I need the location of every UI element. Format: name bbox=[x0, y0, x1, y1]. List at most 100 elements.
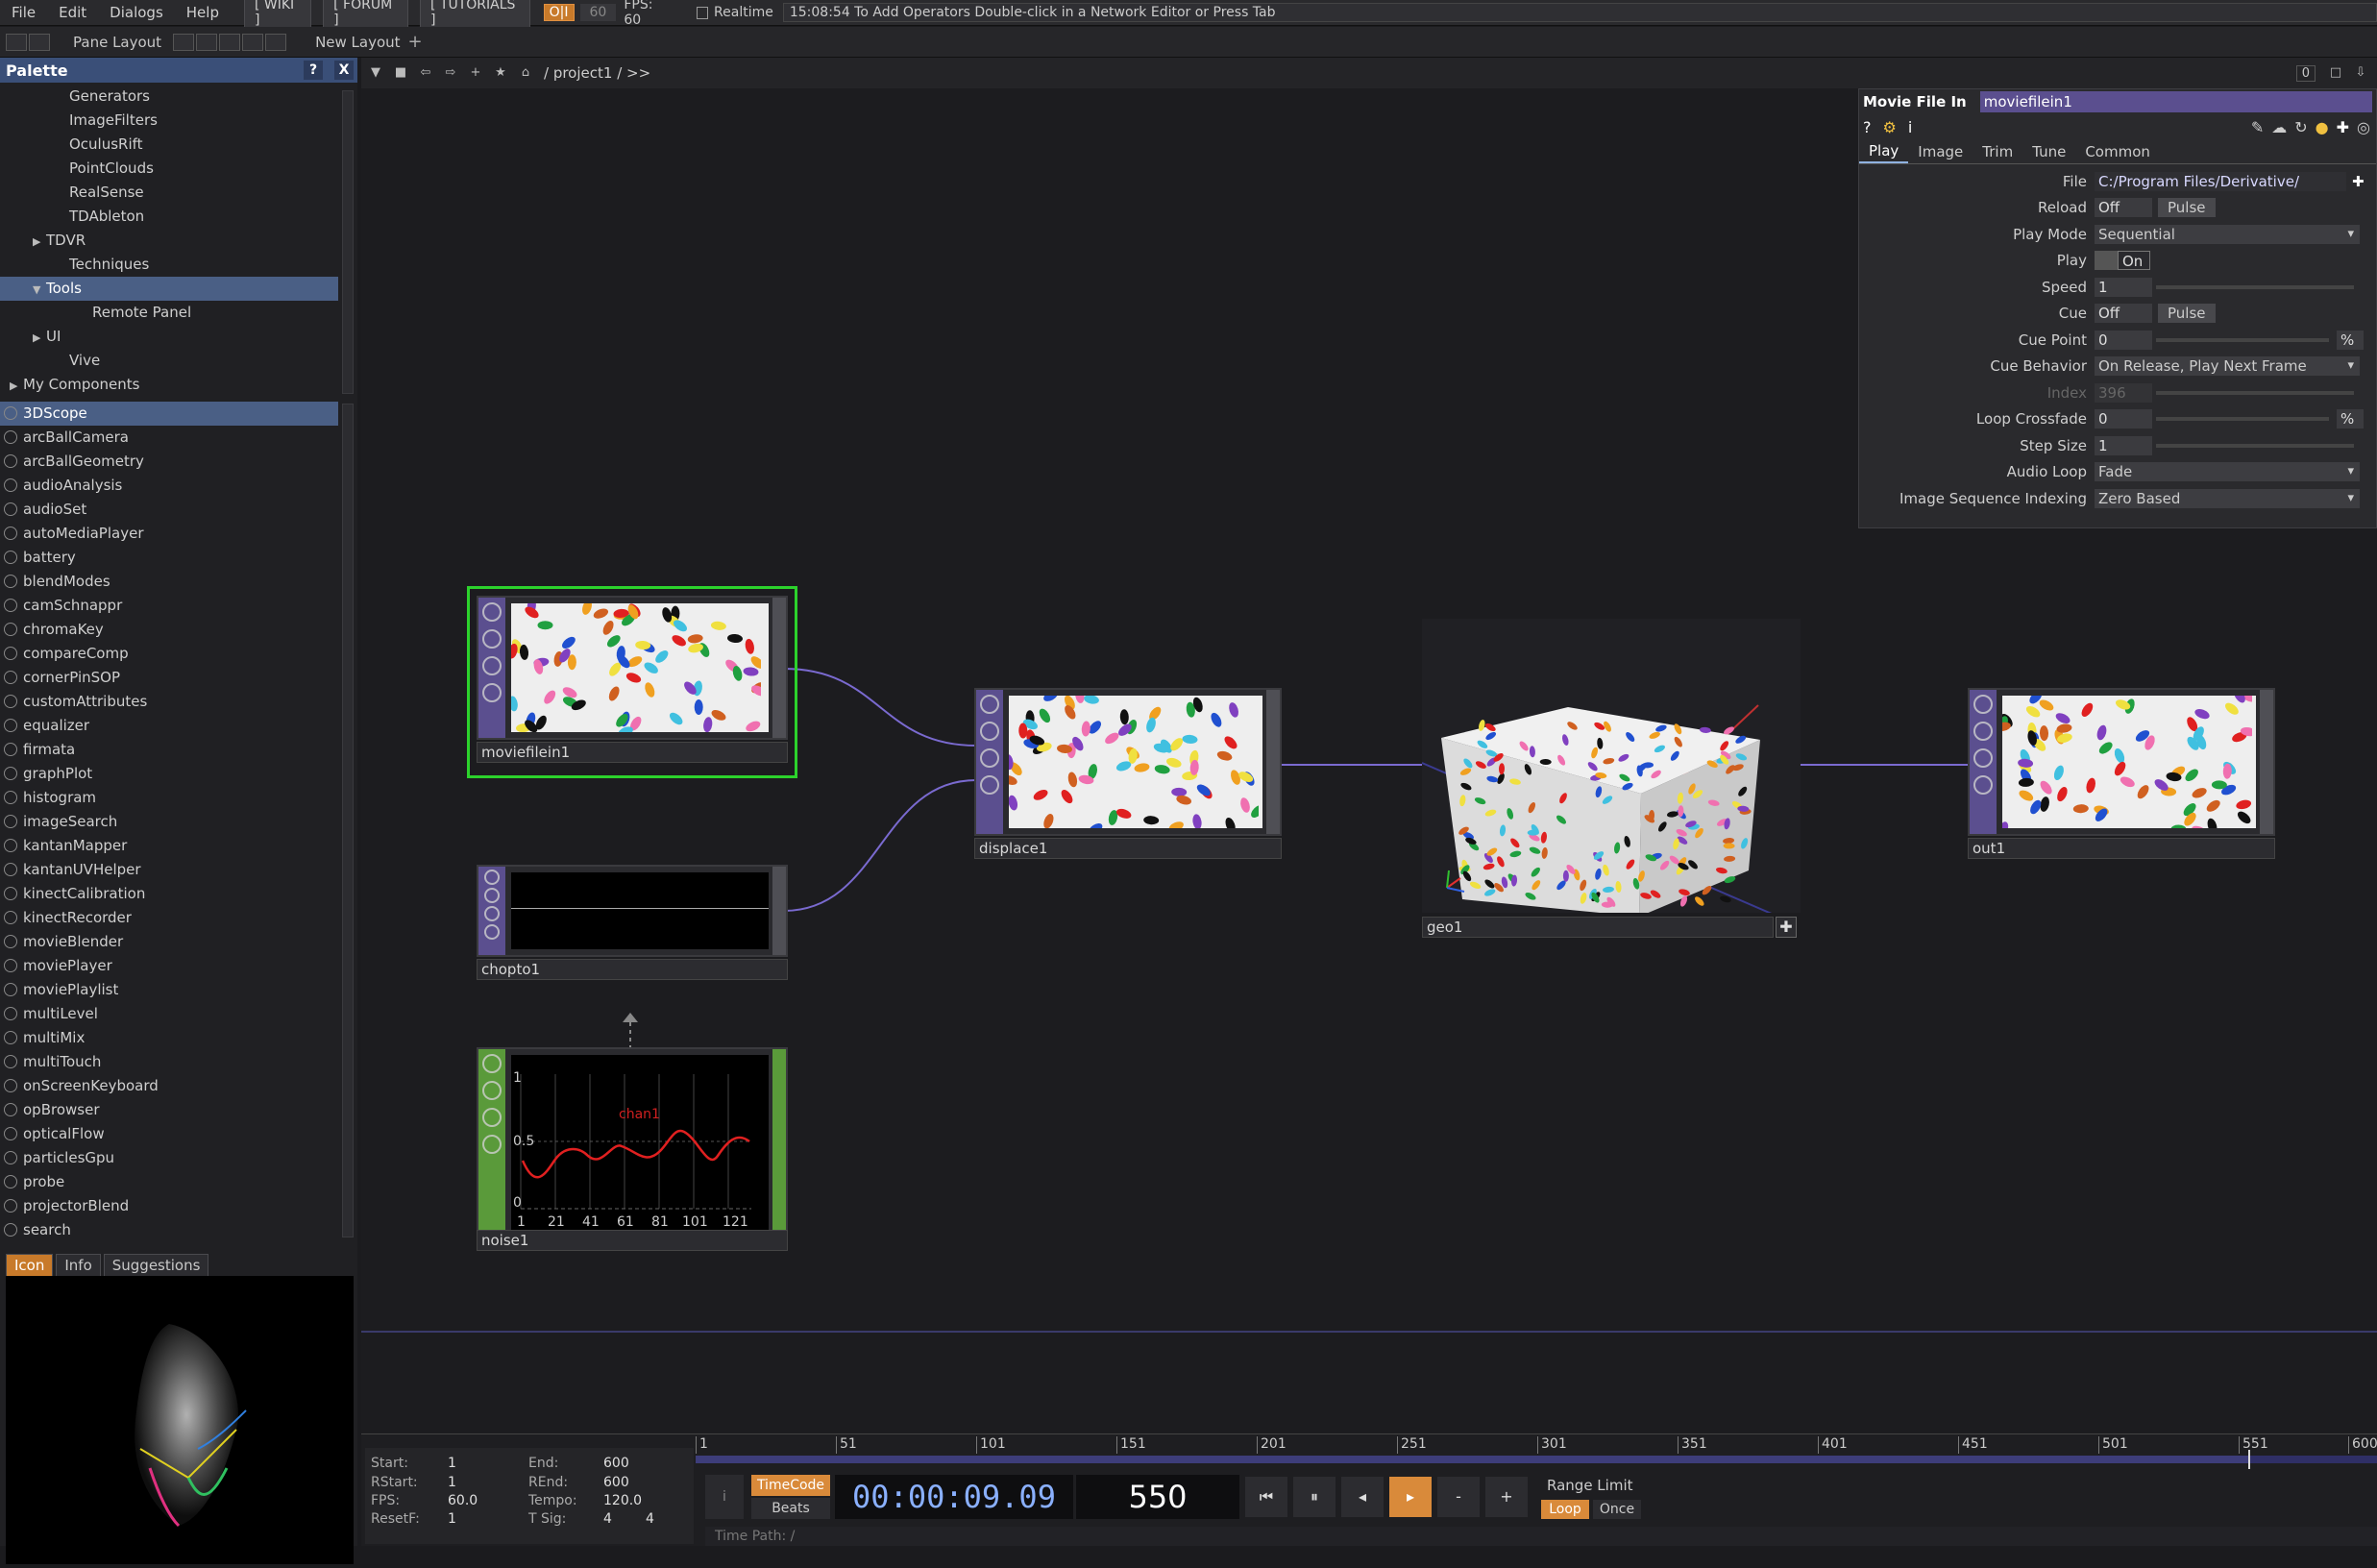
node-noise1[interactable]: 1 0.5 0 chan1 1 21 41 61 81 101 121 nois… bbox=[477, 1047, 788, 1251]
param-pulse-button[interactable]: Pulse bbox=[2158, 198, 2216, 218]
node-displace1[interactable]: displace1 bbox=[974, 688, 1282, 861]
palette-tree-item[interactable]: ▶ TDVR bbox=[0, 229, 338, 253]
pane-icon-2[interactable] bbox=[29, 33, 50, 51]
edit-icon[interactable]: ✎ bbox=[2251, 118, 2264, 136]
pause-icon[interactable]: ⏸ bbox=[1293, 1477, 1336, 1517]
component-item[interactable]: battery bbox=[0, 546, 338, 570]
start-value[interactable]: 1 bbox=[448, 1456, 456, 1471]
forward-icon[interactable]: ⇨ bbox=[440, 62, 461, 84]
pin-icon[interactable]: ⇩ bbox=[2350, 62, 2371, 84]
node-label-moviefilein1[interactable]: moviefilein1 bbox=[477, 742, 788, 763]
layout-four-button[interactable] bbox=[265, 33, 287, 51]
layout-split-h-button[interactable] bbox=[219, 33, 241, 51]
param-value-field[interactable]: 1 bbox=[2095, 435, 2152, 455]
add-param-icon[interactable]: ✚ bbox=[2337, 118, 2349, 136]
param-unit-button[interactable]: % bbox=[2337, 409, 2364, 429]
bypass-icon[interactable] bbox=[1973, 748, 1993, 768]
beats-mode-button[interactable]: Beats bbox=[751, 1498, 830, 1519]
component-item[interactable]: autoMediaPlayer bbox=[0, 522, 338, 546]
expand-open-icon[interactable]: ▼ bbox=[33, 278, 46, 302]
timeline-info-toggle[interactable]: i bbox=[705, 1475, 744, 1519]
timeline-range-bar[interactable] bbox=[696, 1450, 2377, 1469]
component-item[interactable]: kantanMapper bbox=[0, 834, 338, 858]
file-path-field[interactable]: C:/Program Files/Derivative/ bbox=[2095, 171, 2346, 191]
component-item[interactable]: histogram bbox=[0, 786, 338, 810]
toggle-off-side[interactable] bbox=[2095, 251, 2118, 271]
param-slider[interactable] bbox=[2156, 337, 2329, 342]
component-scrollbar[interactable] bbox=[342, 404, 354, 1237]
op-name-field[interactable]: moviefilein1 bbox=[1979, 91, 2372, 112]
component-item[interactable]: equalizer bbox=[0, 714, 338, 738]
home-icon[interactable]: ⌂ bbox=[515, 62, 536, 84]
tab-info[interactable]: Info bbox=[56, 1254, 101, 1277]
palette-tree-item[interactable]: Vive bbox=[0, 349, 338, 373]
param-value-field[interactable]: 396 bbox=[2095, 382, 2152, 403]
clone-icon[interactable] bbox=[482, 629, 502, 649]
forum-button[interactable]: [ FORUM ] bbox=[323, 0, 408, 30]
bypass-icon[interactable] bbox=[482, 656, 502, 675]
component-item[interactable]: movieBlender bbox=[0, 930, 338, 954]
component-item[interactable]: audioAnalysis bbox=[0, 474, 338, 498]
tsig-value-1[interactable]: 4 bbox=[603, 1511, 612, 1527]
tutorials-button[interactable]: [ TUTORIALS ] bbox=[419, 0, 530, 30]
layout-split-v-button[interactable] bbox=[196, 33, 218, 51]
back-icon[interactable]: ⇦ bbox=[415, 62, 436, 84]
param-menu[interactable]: On Release, Play Next Frame bbox=[2095, 356, 2360, 377]
tab-tune[interactable]: Tune bbox=[2022, 141, 2075, 162]
tab-trim[interactable]: Trim bbox=[1973, 141, 2022, 162]
tree-scrollbar[interactable] bbox=[342, 90, 354, 394]
maximize-icon[interactable]: □ bbox=[2325, 62, 2346, 84]
realtime-checkbox[interactable] bbox=[696, 6, 709, 19]
layout-three-button[interactable] bbox=[242, 33, 264, 51]
palette-tree-item[interactable]: Techniques bbox=[0, 253, 338, 277]
palette-tree-item[interactable]: OculusRift bbox=[0, 133, 338, 157]
clone-icon[interactable] bbox=[484, 888, 500, 903]
component-item[interactable]: arcBallCamera bbox=[0, 426, 338, 450]
timeline-ruler[interactable]: 1 51 101 151 201 251 301 351 401 451 501 551 600 bbox=[696, 1436, 2377, 1456]
menu-dialogs[interactable]: Dialogs bbox=[98, 4, 175, 21]
menu-help[interactable]: Help bbox=[175, 4, 231, 21]
tab-common[interactable]: Common bbox=[2075, 141, 2160, 162]
param-toggle-on[interactable]: On bbox=[2118, 251, 2150, 271]
param-menu[interactable]: Sequential bbox=[2095, 224, 2360, 244]
browse-file-icon[interactable]: ✚ bbox=[2352, 173, 2365, 190]
tab-play[interactable]: Play bbox=[1859, 140, 1909, 163]
output-connector[interactable] bbox=[2260, 690, 2273, 834]
param-value-field[interactable]: 0 bbox=[2095, 330, 2152, 350]
bypass-icon[interactable] bbox=[484, 906, 500, 921]
param-unit-button[interactable]: % bbox=[2337, 330, 2364, 350]
lock-icon[interactable] bbox=[482, 1135, 502, 1154]
viewer-icon[interactable] bbox=[482, 602, 502, 622]
expand-closed-icon[interactable]: ▶ bbox=[33, 230, 46, 254]
oi-button[interactable]: O|I bbox=[543, 4, 575, 21]
component-item[interactable]: compareComp bbox=[0, 642, 338, 666]
component-item[interactable]: firmata bbox=[0, 738, 338, 762]
component-item[interactable]: 3DScope bbox=[0, 402, 338, 426]
resetf-value[interactable]: 1 bbox=[448, 1511, 456, 1527]
menu-file[interactable]: File bbox=[0, 4, 47, 21]
network-path[interactable]: / project1 / >> bbox=[544, 64, 650, 82]
palette-tree-item[interactable]: ImageFilters bbox=[0, 109, 338, 133]
clone-icon[interactable] bbox=[1973, 722, 1993, 741]
node-label-noise1[interactable]: noise1 bbox=[477, 1230, 788, 1251]
tab-suggestions[interactable]: Suggestions bbox=[103, 1254, 209, 1277]
output-connector[interactable] bbox=[1266, 690, 1280, 834]
timecode-mode-button[interactable]: TimeCode bbox=[751, 1475, 830, 1496]
param-menu[interactable]: Zero Based bbox=[2095, 488, 2360, 508]
bypass-icon[interactable] bbox=[980, 748, 999, 768]
new-layout-label[interactable]: New Layout bbox=[315, 34, 400, 51]
param-slider[interactable] bbox=[2156, 390, 2354, 395]
param-toggle[interactable]: Off bbox=[2095, 198, 2152, 218]
comment-icon[interactable]: ☁ bbox=[2271, 118, 2287, 136]
palette-tree-item[interactable]: PointClouds bbox=[0, 157, 338, 181]
wiki-button[interactable]: [ WIKI ] bbox=[243, 0, 312, 30]
node-moviefilein1[interactable]: moviefilein1 bbox=[477, 596, 788, 769]
rewind-icon[interactable]: ⏮ bbox=[1245, 1477, 1287, 1517]
bypass-icon[interactable] bbox=[482, 1108, 502, 1127]
component-item[interactable]: multiTouch bbox=[0, 1050, 338, 1074]
loop-button[interactable]: Loop bbox=[1541, 1500, 1589, 1519]
param-menu[interactable]: Fade bbox=[2095, 462, 2360, 482]
component-item[interactable]: opBrowser bbox=[0, 1098, 338, 1122]
frame-display[interactable]: 550 bbox=[1076, 1475, 1239, 1519]
palette-tree-item[interactable]: Generators bbox=[0, 85, 338, 109]
